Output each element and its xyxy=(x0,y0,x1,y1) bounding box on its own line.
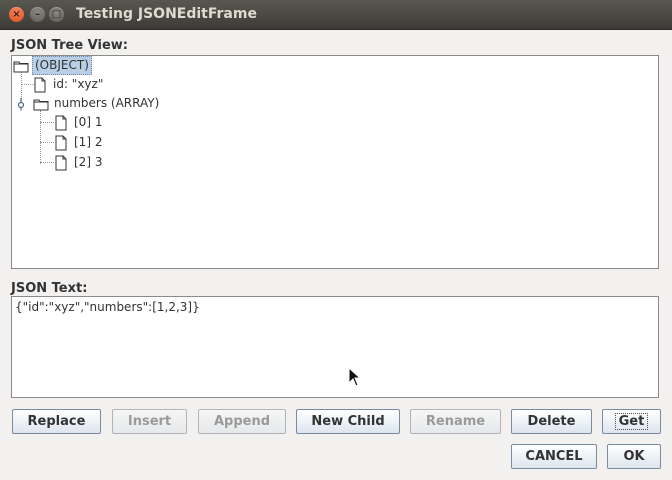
ok-button-label: OK xyxy=(623,449,645,464)
new-child-button[interactable]: New Child xyxy=(296,409,400,434)
expand-handle-icon[interactable] xyxy=(13,96,27,112)
tree-node-label: [0] 1 xyxy=(74,115,103,129)
tree-node-label: [2] 3 xyxy=(74,155,103,169)
tree-node-item[interactable]: [0] 1 xyxy=(53,113,104,132)
file-icon xyxy=(53,115,69,131)
json-text-value: {"id":"xyz","numbers":[1,2,3]} xyxy=(15,300,200,314)
get-button-label: Get xyxy=(614,413,649,430)
title-bar: × – □ Testing JSONEditFrame xyxy=(0,0,672,30)
maximize-window-button[interactable]: □ xyxy=(49,7,64,22)
tree-connector xyxy=(40,110,41,164)
tree-node-label: id: "xyz" xyxy=(53,77,104,91)
tree-connector xyxy=(40,122,54,123)
close-window-button[interactable]: × xyxy=(9,7,24,22)
folder-icon xyxy=(13,58,29,74)
close-icon: × xyxy=(12,9,21,20)
json-tree-view[interactable]: (OBJECT) id: "xyz" numbers (ARRAY) [0] 1… xyxy=(11,55,659,269)
rename-button-label: Rename xyxy=(425,414,486,429)
file-icon xyxy=(53,135,69,151)
delete-button-label: Delete xyxy=(527,414,576,429)
cancel-button[interactable]: CANCEL xyxy=(511,444,597,469)
insert-button-label: Insert xyxy=(127,414,172,429)
tree-node-label: (OBJECT) xyxy=(32,56,92,75)
maximize-icon: □ xyxy=(51,9,62,20)
insert-button[interactable]: Insert xyxy=(112,409,187,434)
ok-button[interactable]: OK xyxy=(607,444,661,469)
get-button[interactable]: Get xyxy=(602,409,661,434)
minimize-window-button[interactable]: – xyxy=(30,7,45,22)
file-icon xyxy=(53,155,69,171)
rename-button[interactable]: Rename xyxy=(410,409,501,434)
append-button-label: Append xyxy=(213,414,271,429)
tree-node-item[interactable]: [2] 3 xyxy=(53,153,104,172)
window-title: Testing JSONEditFrame xyxy=(76,6,257,22)
new-child-button-label: New Child xyxy=(311,414,385,429)
delete-button[interactable]: Delete xyxy=(511,409,592,434)
json-text-area[interactable]: {"id":"xyz","numbers":[1,2,3]} xyxy=(11,296,659,398)
replace-button-label: Replace xyxy=(27,414,86,429)
cancel-button-label: CANCEL xyxy=(525,449,583,464)
folder-icon xyxy=(33,96,49,112)
tree-node-numbers[interactable]: numbers (ARRAY) xyxy=(13,94,161,113)
append-button[interactable]: Append xyxy=(198,409,286,434)
tree-node-label: numbers (ARRAY) xyxy=(54,96,160,110)
file-icon xyxy=(32,77,48,93)
tree-node-item[interactable]: [1] 2 xyxy=(53,133,104,152)
tree-node-root[interactable]: (OBJECT) xyxy=(13,56,92,75)
tree-connector xyxy=(40,142,54,143)
tree-node-id[interactable]: id: "xyz" xyxy=(32,75,105,94)
minimize-icon: – xyxy=(35,9,40,20)
mouse-cursor-icon xyxy=(348,366,362,391)
tree-view-label: JSON Tree View: xyxy=(11,38,128,53)
json-text-label: JSON Text: xyxy=(11,281,88,296)
replace-button[interactable]: Replace xyxy=(12,409,101,434)
tree-connector xyxy=(40,162,54,163)
tree-node-label: [1] 2 xyxy=(74,135,103,149)
